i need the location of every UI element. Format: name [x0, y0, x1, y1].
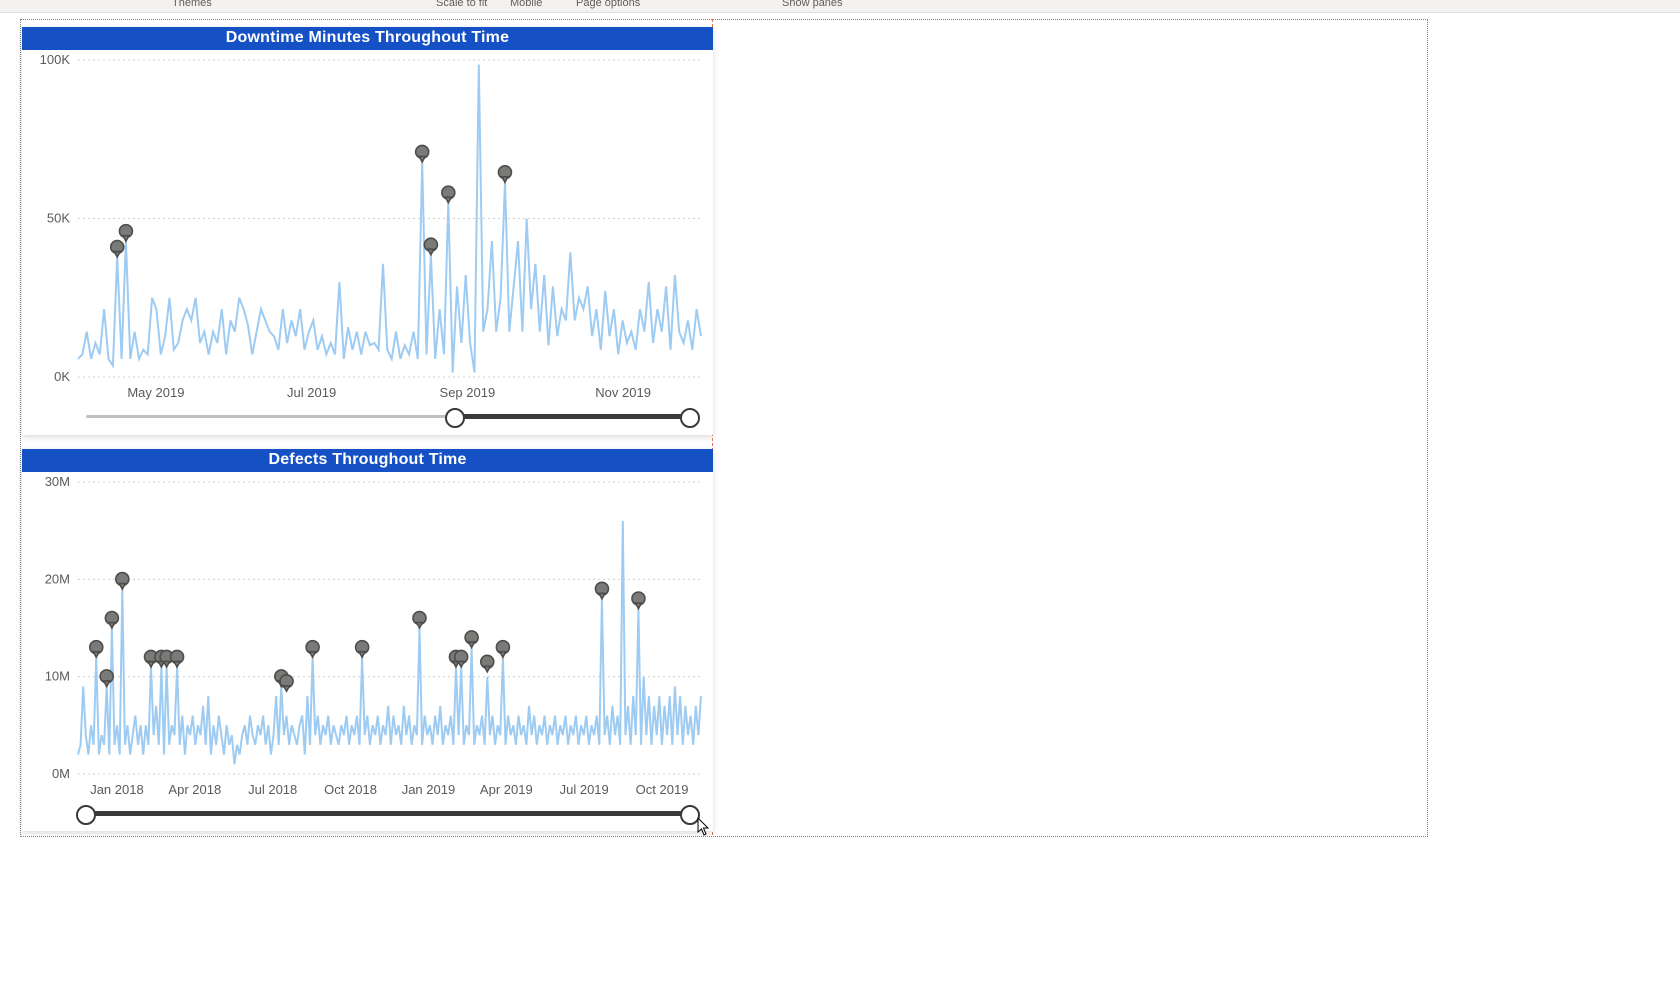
ribbon-show-panes[interactable]: Show panes	[782, 0, 843, 9]
ribbon-page-options[interactable]: Page options	[576, 0, 640, 9]
svg-text:Jan 2019: Jan 2019	[402, 782, 456, 797]
anomaly-marker[interactable]	[595, 582, 608, 599]
chart-plot-area[interactable]: 0K 50K 100K May 2019 Jul 2019 Sep 2019 Nov 201…	[22, 50, 713, 405]
slider-handle-start[interactable]	[445, 408, 465, 428]
svg-text:Jul 2019: Jul 2019	[287, 385, 336, 400]
anomaly-marker[interactable]	[105, 612, 118, 629]
svg-text:Nov 2019: Nov 2019	[595, 385, 651, 400]
svg-text:20M: 20M	[45, 571, 70, 586]
svg-text:Jul 2019: Jul 2019	[560, 782, 609, 797]
ribbon-scale-to-fit[interactable]: Scale to fit	[436, 0, 487, 9]
svg-text:0M: 0M	[52, 766, 70, 781]
slider-selected-range[interactable]	[455, 414, 690, 419]
anomaly-marker[interactable]	[171, 650, 184, 667]
anomaly-marker[interactable]	[416, 145, 429, 162]
anomaly-marker[interactable]	[498, 166, 511, 183]
slider-selected-range[interactable]	[86, 811, 690, 816]
svg-text:Jul 2018: Jul 2018	[248, 782, 297, 797]
svg-text:Apr 2019: Apr 2019	[480, 782, 533, 797]
chart-title: Downtime Minutes Throughout Time	[22, 27, 713, 50]
anomaly-marker[interactable]	[119, 225, 132, 242]
report-canvas[interactable]: Downtime Minutes Throughout Time 0K 50K 10…	[0, 13, 1680, 988]
time-range-slider[interactable]	[32, 802, 703, 826]
defects-chart-visual[interactable]: Defects Throughout Time 0M 10M 20M 30M Jan 2…	[22, 449, 713, 831]
slider-handle-start[interactable]	[76, 805, 96, 825]
chart-title: Defects Throughout Time	[22, 449, 713, 472]
svg-text:100K: 100K	[40, 52, 71, 67]
anomaly-marker[interactable]	[496, 641, 509, 658]
anomaly-marker[interactable]	[413, 612, 426, 629]
svg-text:10M: 10M	[45, 669, 70, 684]
svg-text:May 2019: May 2019	[127, 385, 184, 400]
ribbon-mobile[interactable]: Mobile	[510, 0, 542, 9]
anomaly-marker[interactable]	[465, 631, 478, 648]
anomaly-marker[interactable]	[306, 641, 319, 658]
anomaly-marker[interactable]	[481, 655, 494, 672]
anomaly-marker[interactable]	[116, 573, 129, 590]
ribbon-themes[interactable]: Themes	[172, 0, 212, 9]
anomaly-marker[interactable]	[356, 641, 369, 658]
svg-text:Apr 2018: Apr 2018	[168, 782, 221, 797]
slider-handle-end[interactable]	[680, 408, 700, 428]
svg-text:50K: 50K	[47, 211, 70, 226]
chart-plot-area[interactable]: 0M 10M 20M 30M Jan 2018 Apr 2018 Jul 2018 Oct 2…	[22, 472, 713, 802]
svg-text:Jan 2018: Jan 2018	[90, 782, 144, 797]
anomaly-marker[interactable]	[111, 240, 124, 257]
anomaly-marker[interactable]	[424, 238, 437, 255]
anomaly-marker[interactable]	[442, 186, 455, 203]
slider-handle-end[interactable]	[680, 805, 700, 825]
ribbon: Themes Scale to fit Mobile Page options …	[0, 0, 1680, 13]
svg-text:30M: 30M	[45, 474, 70, 489]
svg-text:Sep 2019: Sep 2019	[440, 385, 496, 400]
svg-text:Oct 2019: Oct 2019	[636, 782, 689, 797]
anomaly-marker[interactable]	[90, 641, 103, 658]
time-range-slider[interactable]	[32, 405, 703, 429]
svg-text:Oct 2018: Oct 2018	[324, 782, 377, 797]
svg-text:0K: 0K	[54, 369, 70, 384]
downtime-chart-visual[interactable]: Downtime Minutes Throughout Time 0K 50K 10…	[22, 27, 713, 435]
anomaly-marker[interactable]	[632, 592, 645, 609]
